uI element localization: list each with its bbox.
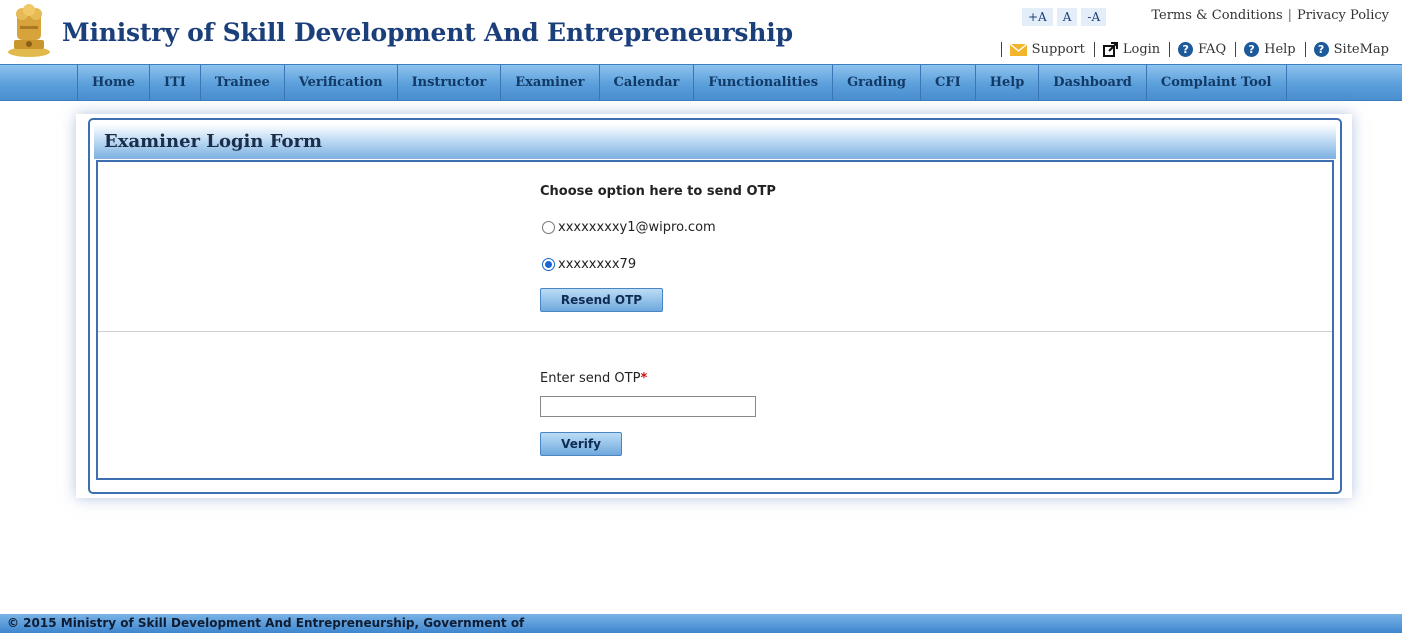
nav-item-help[interactable]: Help: [976, 65, 1040, 100]
divider: [98, 331, 1332, 332]
nav-item-trainee[interactable]: Trainee: [201, 65, 285, 100]
nav-menu: Home ITI Trainee Verification Instructor…: [77, 65, 1287, 100]
nav-item-examiner[interactable]: Examiner: [501, 65, 600, 100]
radio-mobile[interactable]: [542, 258, 555, 271]
main-navbar: Home ITI Trainee Verification Instructor…: [0, 64, 1402, 101]
nav-item-calendar[interactable]: Calendar: [600, 65, 695, 100]
sitemap-label: SiteMap: [1333, 42, 1389, 57]
nav-item-dashboard[interactable]: Dashboard: [1039, 65, 1147, 100]
otp-option-mobile[interactable]: xxxxxxxx79: [542, 257, 636, 272]
separator: [1304, 42, 1306, 57]
otp-input[interactable]: [540, 396, 756, 417]
font-size-controls: +A A -A: [1022, 8, 1107, 26]
nav-item-complaint-tool[interactable]: Complaint Tool: [1147, 65, 1287, 100]
separator: [1235, 42, 1237, 57]
top-links: Terms & Conditions | Privacy Policy: [1151, 8, 1389, 23]
panel-header: Examiner Login Form: [94, 124, 1336, 159]
login-label: Login: [1122, 42, 1161, 57]
site-footer: © 2015 Ministry of Skill Development And…: [0, 614, 1402, 633]
verify-button[interactable]: Verify: [540, 432, 622, 456]
panel-title: Examiner Login Form: [104, 131, 323, 152]
external-link-icon: [1102, 42, 1118, 57]
otp-label-text: Enter send OTP: [540, 371, 641, 386]
question-circle-icon: ?: [1178, 42, 1194, 57]
faq-link[interactable]: ? FAQ: [1178, 42, 1226, 57]
nav-item-instructor[interactable]: Instructor: [398, 65, 502, 100]
help-link[interactable]: ? Help: [1244, 42, 1296, 57]
examiner-login-panel: Examiner Login Form Choose option here t…: [88, 118, 1342, 494]
nav-item-verification[interactable]: Verification: [285, 65, 398, 100]
otp-option-email[interactable]: xxxxxxxxy1@wipro.com: [542, 220, 716, 235]
otp-option-heading: Choose option here to send OTP: [540, 184, 776, 199]
resend-otp-button[interactable]: Resend OTP: [540, 288, 663, 312]
radio-email[interactable]: [542, 221, 555, 234]
site-header: Ministry of Skill Development And Entrep…: [0, 0, 1402, 64]
faq-label: FAQ: [1198, 42, 1227, 57]
separator: [1000, 42, 1002, 57]
site-title: Ministry of Skill Development And Entrep…: [62, 18, 793, 47]
envelope-icon: [1009, 43, 1027, 56]
nav-item-cfi[interactable]: CFI: [921, 65, 976, 100]
support-label: Support: [1031, 42, 1085, 57]
required-mark: *: [640, 371, 648, 386]
otp-field-label: Enter send OTP*: [540, 371, 647, 386]
sitemap-link[interactable]: ? SiteMap: [1313, 42, 1389, 57]
font-increase-button[interactable]: +A: [1022, 8, 1053, 26]
question-circle-icon: ?: [1313, 42, 1329, 57]
footer-copyright: © 2015 Ministry of Skill Development And…: [7, 616, 525, 630]
nav-item-grading[interactable]: Grading: [833, 65, 922, 100]
privacy-link[interactable]: Privacy Policy: [1297, 8, 1389, 23]
national-emblem-icon: [6, 2, 52, 58]
form-body: Choose option here to send OTP xxxxxxxxy…: [96, 160, 1334, 480]
help-label: Help: [1264, 42, 1296, 57]
separator: [1169, 42, 1171, 57]
otp-option-mobile-label: xxxxxxxx79: [558, 257, 637, 272]
nav-item-iti[interactable]: ITI: [150, 65, 201, 100]
font-decrease-button[interactable]: -A: [1081, 8, 1107, 26]
question-circle-icon: ?: [1244, 42, 1260, 57]
utility-bar: Support Login ? FAQ ? Help ? SiteMap: [992, 42, 1389, 57]
nav-item-home[interactable]: Home: [78, 65, 150, 100]
terms-link[interactable]: Terms & Conditions: [1151, 8, 1282, 23]
font-reset-button[interactable]: A: [1056, 8, 1078, 26]
login-link[interactable]: Login: [1102, 42, 1161, 57]
separator: [1093, 42, 1095, 57]
otp-option-email-label: xxxxxxxxy1@wipro.com: [558, 220, 716, 235]
support-link[interactable]: Support: [1009, 42, 1085, 57]
nav-item-functionalities[interactable]: Functionalities: [694, 65, 834, 100]
